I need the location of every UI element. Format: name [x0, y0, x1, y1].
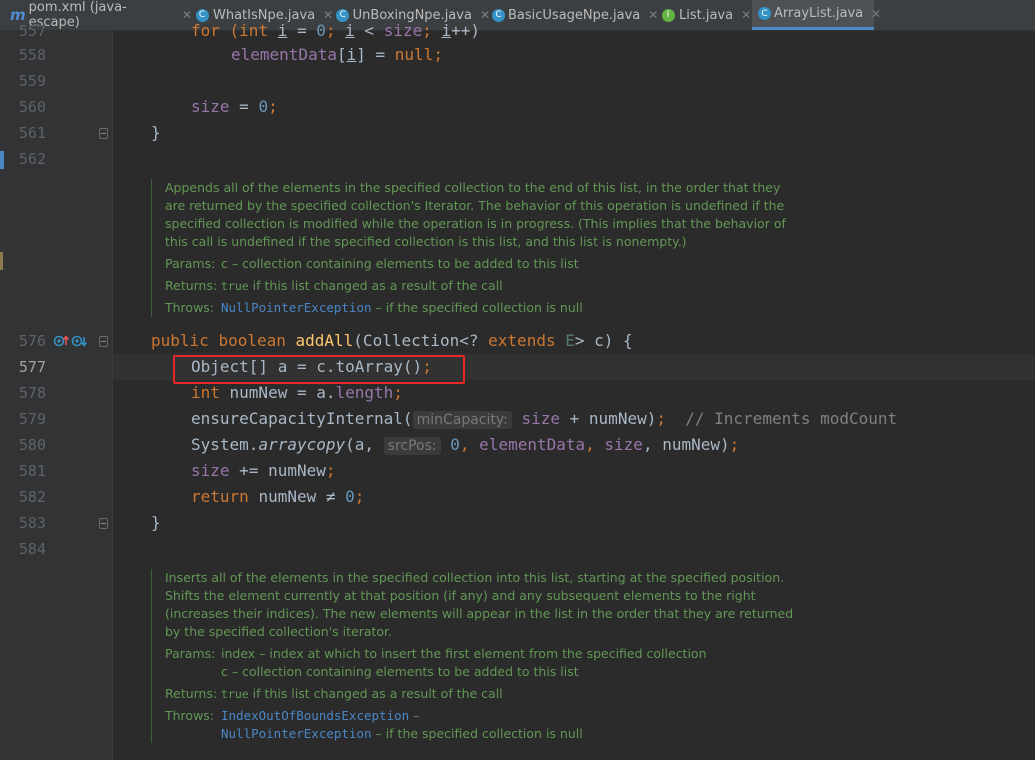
parameter-hint: minCapacity: — [412, 411, 512, 429]
doc-text-line: (increases their indices). The new eleme… — [165, 606, 794, 621]
code-line-582[interactable]: return numNew ≠ 0; — [191, 484, 364, 510]
tab-basicusagenpe[interactable]: C BasicUsageNpe.java ✕ — [492, 0, 658, 30]
tab-label: List.java — [679, 7, 734, 23]
doc-returns: Returns: true if this list changed as a r… — [165, 278, 503, 293]
fold-marker-icon[interactable] — [99, 336, 108, 347]
fold-marker-icon[interactable] — [99, 518, 108, 529]
highlight-annotation-box — [173, 355, 465, 384]
vcs-change-marker — [0, 252, 3, 270]
line-number: 561 — [18, 124, 46, 142]
line-number: 578 — [18, 384, 46, 402]
line-number: 583 — [18, 514, 46, 532]
doc-text-line: Inserts all of the elements in the speci… — [165, 570, 785, 585]
code-line-580[interactable]: System.arraycopy(a, srcPos: 0, elementDa… — [191, 432, 739, 458]
tab-list[interactable]: I List.java ✕ — [660, 0, 752, 30]
doc-text-line: are returned by the specified collection… — [165, 198, 785, 213]
doc-text-line: this call is undefined if the specified … — [165, 234, 687, 249]
code-line-558[interactable]: elementData[i] = null; — [231, 42, 443, 68]
java-class-icon: C — [758, 7, 771, 20]
doc-text-line: Appends all of the elements in the speci… — [165, 180, 781, 195]
line-number: 577 — [18, 358, 46, 376]
parameter-hint: srcPos: — [383, 437, 441, 455]
java-class-icon: C — [492, 8, 505, 22]
doc-text-line: Shifts the element currently at that pos… — [165, 588, 756, 603]
line-number: 562 — [18, 150, 46, 168]
doc-link[interactable]: NullPointerException — [221, 726, 372, 741]
doc-link[interactable]: NullPointerException — [221, 300, 372, 315]
doc-params: Params: c – collection containing element… — [165, 256, 579, 271]
editor-tab-bar: m pom.xml (java-escape) ✕ C WhatIsNpe.ja… — [0, 0, 1035, 31]
line-number: 581 — [18, 462, 46, 480]
line-number: 584 — [18, 540, 46, 558]
close-icon[interactable]: ✕ — [480, 8, 490, 22]
line-number: 558 — [18, 46, 46, 64]
close-icon[interactable]: ✕ — [741, 8, 751, 22]
doc-throws: Throws: IndexOutOfBoundsException – NullPo… — [165, 708, 583, 741]
close-icon[interactable]: ✕ — [648, 8, 658, 22]
tab-label: pom.xml (java-escape) — [28, 0, 127, 30]
doc-returns: Returns: true if this list changed as a r… — [165, 686, 503, 701]
doc-text-line: specified collection is modified while t… — [165, 216, 786, 231]
tab-arraylist[interactable]: C ArrayList.java ✕ — [752, 0, 881, 30]
line-number: 576 — [18, 332, 46, 350]
code-line-557[interactable]: for (int i = 0; i < size; i++) — [191, 18, 480, 44]
code-line-576[interactable]: public boolean addAll(Collection<? exten… — [151, 328, 633, 354]
code-line-583[interactable]: } — [151, 510, 161, 536]
code-line-579[interactable]: ensureCapacityInternal(minCapacity: size… — [191, 406, 897, 432]
doc-link[interactable]: IndexOutOfBoundsException — [221, 708, 409, 723]
java-interface-icon: I — [661, 8, 675, 22]
code-line-560[interactable]: size = 0; — [191, 94, 278, 120]
close-icon[interactable]: ✕ — [871, 7, 881, 21]
javadoc-addall: Appends all of the elements in the speci… — [151, 179, 805, 317]
javadoc-addall-index: Inserts all of the elements in the speci… — [151, 569, 805, 743]
code-line-561[interactable]: } — [151, 120, 161, 146]
line-number: 582 — [18, 488, 46, 506]
line-number: 557 — [18, 22, 46, 40]
line-number: 559 — [18, 72, 46, 90]
doc-params: Params: index – index at which to insert … — [165, 646, 707, 679]
doc-text-line: by the specified collection's iterator. — [165, 624, 393, 639]
tab-label: ArrayList.java — [774, 6, 864, 21]
overridden-method-icon — [71, 335, 87, 347]
override-gutter-icons[interactable] — [53, 334, 87, 348]
line-number: 579 — [18, 410, 46, 428]
tab-label: BasicUsageNpe.java — [508, 7, 641, 23]
implements-method-icon — [53, 335, 70, 347]
line-number: 580 — [18, 436, 46, 454]
line-number: 560 — [18, 98, 46, 116]
code-line-581[interactable]: size += numNew; — [191, 458, 336, 484]
doc-throws: Throws: NullPointerException – if the spe… — [165, 300, 583, 315]
fold-marker-icon[interactable] — [99, 128, 108, 139]
